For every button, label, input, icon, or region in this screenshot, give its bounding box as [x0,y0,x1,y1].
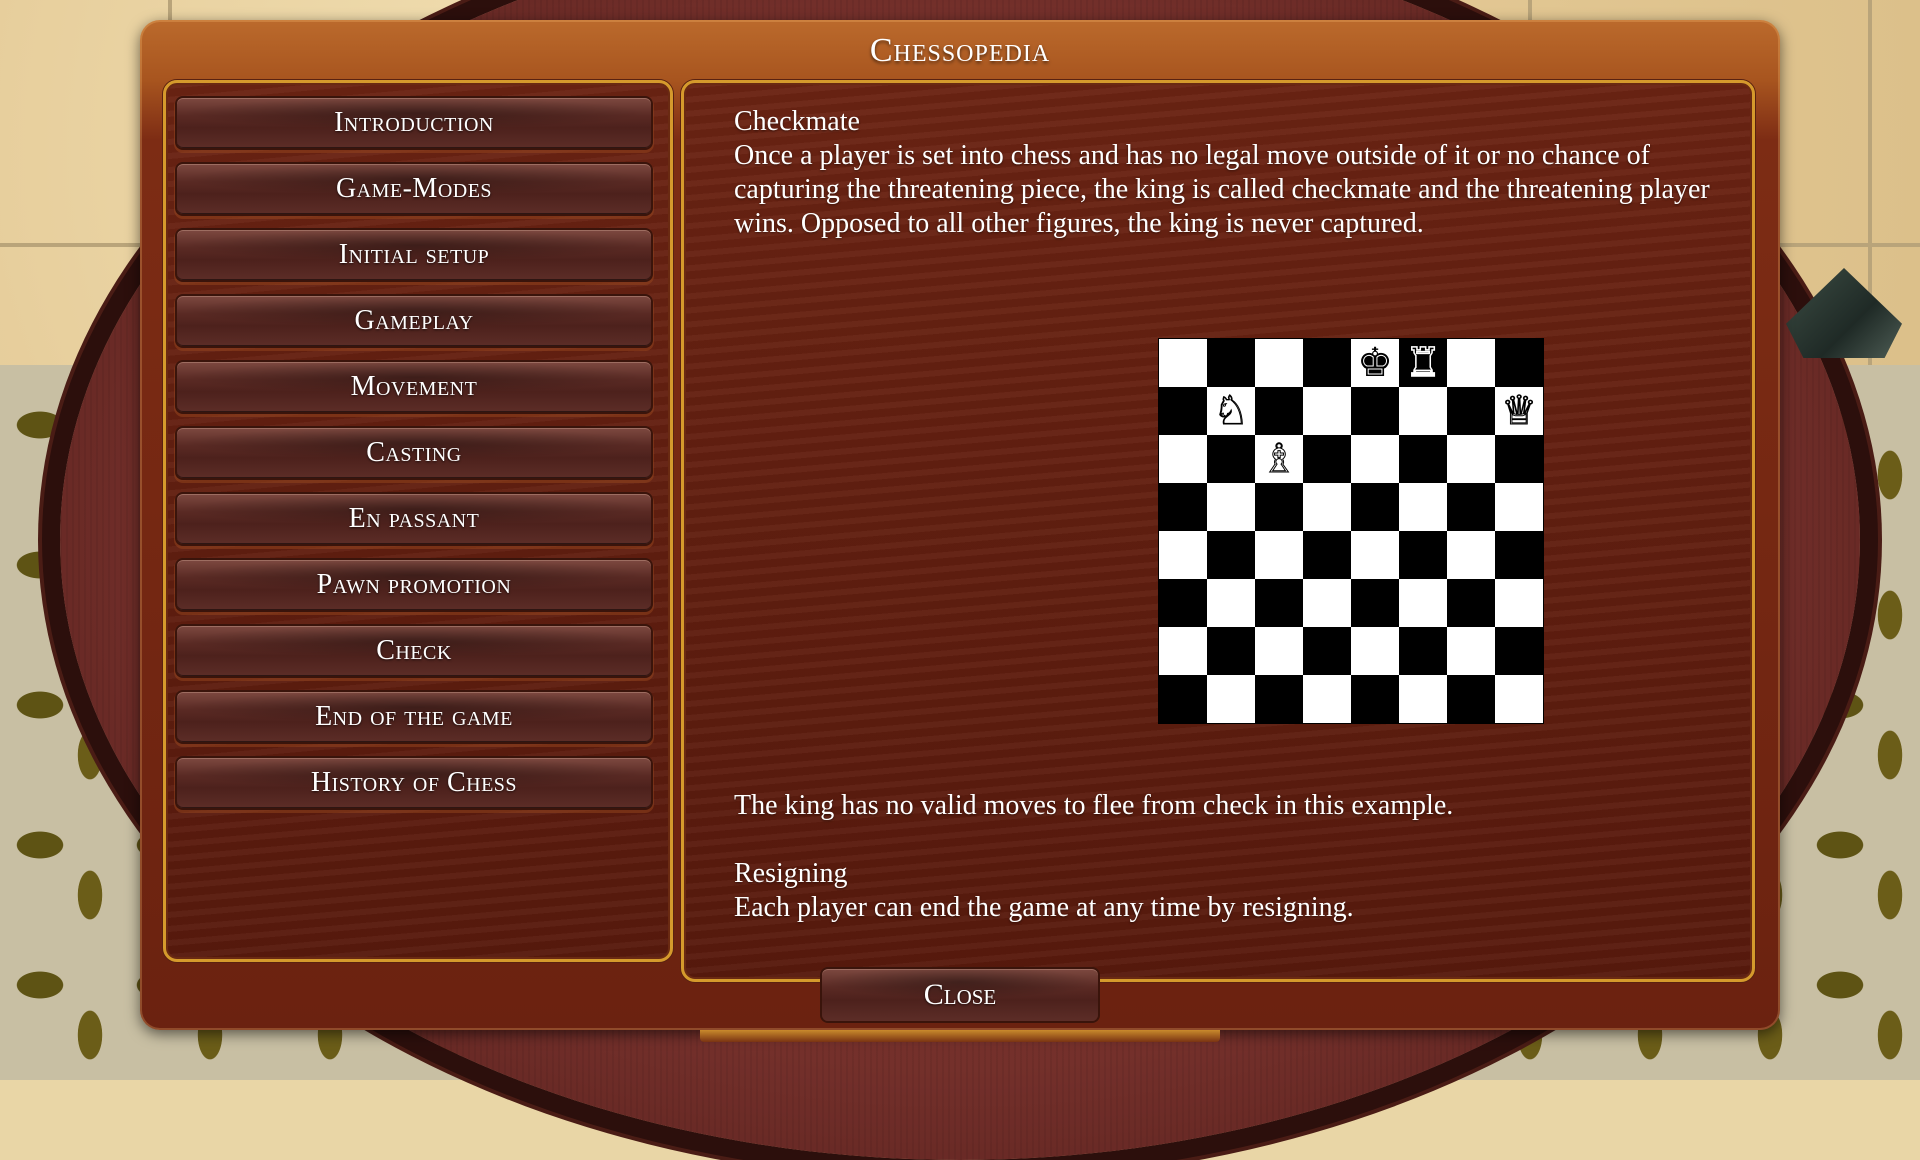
board-square-e7 [1351,387,1399,435]
section-heading: Resigning [734,858,848,889]
board-square-c1 [1255,675,1303,723]
board-square-c5 [1255,483,1303,531]
section-heading: Checkmate [734,106,860,137]
topics-sidebar: Introduction Game-Modes Initial setup Gamep… [163,80,673,962]
board-square-e4 [1351,531,1399,579]
board-square-h8 [1495,339,1543,387]
board-square-b8 [1207,339,1255,387]
board-square-b2 [1207,627,1255,675]
board-square-h6 [1495,435,1543,483]
board-square-a5 [1159,483,1207,531]
board-square-c7 [1255,387,1303,435]
board-square-d8 [1303,339,1351,387]
close-button[interactable]: Close [822,969,1098,1021]
chessopedia-dialog: Chessopedia Introduction Game-Modes Initia… [140,20,1780,1030]
board-square-c6: ♗ [1255,435,1303,483]
board-square-c8 [1255,339,1303,387]
dialog-bottom-lip [700,1030,1220,1042]
board-square-h1 [1495,675,1543,723]
board-square-d6 [1303,435,1351,483]
diagram-caption: The king has no valid moves to flee from… [734,790,1454,821]
chessboard-diagram: ♚ ♜ ♘ ♕ ♗ [1159,339,1543,723]
sidebar-item-introduction[interactable]: Introduction [177,98,651,148]
board-square-b3 [1207,579,1255,627]
board-square-a4 [1159,531,1207,579]
board-square-c3 [1255,579,1303,627]
sidebar-item-pawn-promotion[interactable]: Pawn promotion [177,560,651,610]
board-square-h3 [1495,579,1543,627]
board-square-a6 [1159,435,1207,483]
board-square-e5 [1351,483,1399,531]
board-square-d4 [1303,531,1351,579]
board-square-g5 [1447,483,1495,531]
board-square-a7 [1159,387,1207,435]
sidebar-item-initial-setup[interactable]: Initial setup [177,230,651,280]
article-section-checkmate: Checkmate Once a player is set into ches… [734,105,1714,241]
board-square-f4 [1399,531,1447,579]
board-square-b7: ♘ [1207,387,1255,435]
white-rook-icon: ♜ [1404,340,1441,385]
board-square-g1 [1447,675,1495,723]
board-square-b4 [1207,531,1255,579]
sidebar-item-end-of-the-game[interactable]: End of the game [177,692,651,742]
sidebar-item-en-passant[interactable]: En passant [177,494,651,544]
board-square-g2 [1447,627,1495,675]
board-square-a2 [1159,627,1207,675]
board-square-f6 [1399,435,1447,483]
sidebar-item-casting[interactable]: Casting [177,428,651,478]
white-knight-icon: ♘ [1213,388,1250,433]
sidebar-item-check[interactable]: Check [177,626,651,676]
board-square-e6 [1351,435,1399,483]
board-square-f8: ♜ [1399,339,1447,387]
board-square-b5 [1207,483,1255,531]
dialog-title: Chessopedia [869,32,1051,69]
board-square-d5 [1303,483,1351,531]
board-square-a8 [1159,339,1207,387]
board-square-g3 [1447,579,1495,627]
board-square-h4 [1495,531,1543,579]
board-square-f7 [1399,387,1447,435]
board-square-h5 [1495,483,1543,531]
board-square-c2 [1255,627,1303,675]
article-panel: Checkmate Once a player is set into ches… [681,80,1755,982]
sidebar-item-game-modes[interactable]: Game-Modes [177,164,651,214]
board-square-f2 [1399,627,1447,675]
board-square-e2 [1351,627,1399,675]
board-square-a3 [1159,579,1207,627]
board-square-g7 [1447,387,1495,435]
board-square-f1 [1399,675,1447,723]
sidebar-item-gameplay[interactable]: Gameplay [177,296,651,346]
article-section-resigning: Resigning Each player can end the game a… [734,857,1714,925]
board-square-f3 [1399,579,1447,627]
board-square-d7 [1303,387,1351,435]
board-square-e1 [1351,675,1399,723]
board-square-e3 [1351,579,1399,627]
board-square-b6 [1207,435,1255,483]
board-square-g4 [1447,531,1495,579]
board-square-d2 [1303,627,1351,675]
board-square-g6 [1447,435,1495,483]
sidebar-item-history-of-chess[interactable]: History of Chess [177,758,651,808]
board-square-a1 [1159,675,1207,723]
black-king-icon: ♚ [1357,340,1393,385]
board-square-h7: ♕ [1495,387,1543,435]
white-queen-icon: ♕ [1501,388,1538,433]
board-square-h2 [1495,627,1543,675]
board-square-d3 [1303,579,1351,627]
board-square-f5 [1399,483,1447,531]
white-bishop-icon: ♗ [1261,436,1298,481]
sidebar-item-movement[interactable]: Movement [177,362,651,412]
board-square-e8: ♚ [1351,339,1399,387]
board-square-b1 [1207,675,1255,723]
section-body: Once a player is set into chess and has … [734,140,1710,239]
board-square-c4 [1255,531,1303,579]
section-body: Each player can end the game at any time… [734,892,1354,923]
board-square-d1 [1303,675,1351,723]
board-square-g8 [1447,339,1495,387]
